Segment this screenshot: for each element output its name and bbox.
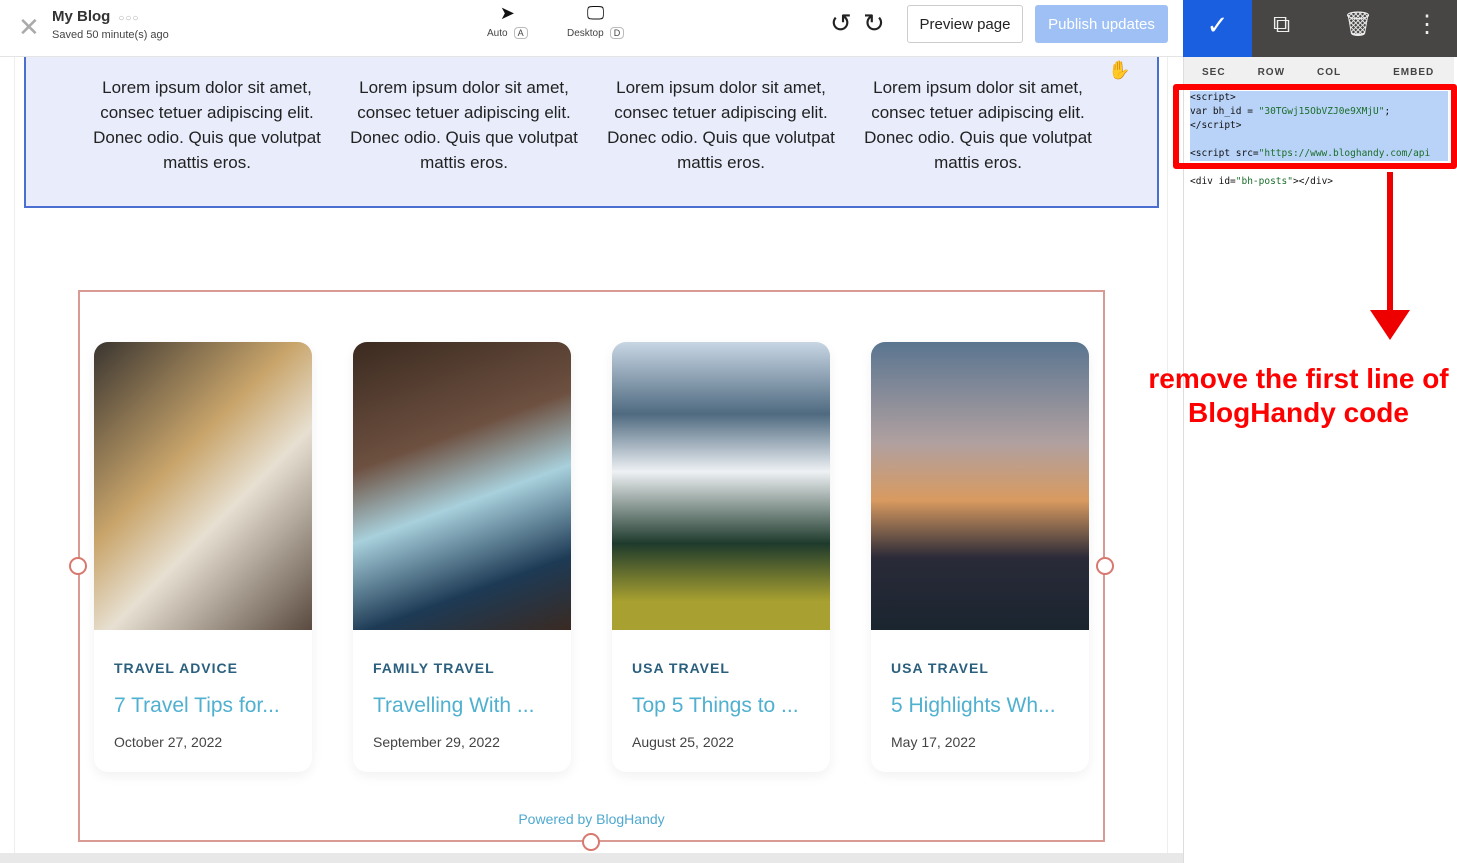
- annotation-arrow: [1387, 172, 1393, 317]
- post-card[interactable]: TRAVEL ADVICE 7 Travel Tips for... Octob…: [94, 342, 312, 772]
- crumb-row[interactable]: ROW: [1240, 57, 1299, 87]
- post-date: August 25, 2022: [632, 734, 734, 750]
- more-icon[interactable]: ○○○: [118, 13, 139, 24]
- feature-text: Lorem ipsum dolor sit amet, consec tetue…: [864, 78, 1092, 172]
- mode-desktop[interactable]: 🖵 Desktop D: [567, 3, 625, 39]
- redo-icon[interactable]: ↻: [863, 8, 885, 39]
- site-title: My Blog ○○○: [52, 8, 140, 25]
- powered-by-link[interactable]: Powered by BlogHandy: [0, 811, 1183, 827]
- annotation-highlight-box: [1173, 84, 1457, 169]
- post-category: USA TRAVEL: [891, 660, 989, 676]
- hand-cursor-icon: ✋: [1108, 60, 1131, 80]
- post-title[interactable]: 7 Travel Tips for...: [114, 694, 280, 718]
- undo-icon[interactable]: ↺: [830, 8, 852, 39]
- duplicate-icon[interactable]: ⧉: [1273, 0, 1290, 57]
- post-date: May 17, 2022: [891, 734, 976, 750]
- features-section[interactable]: Lorem ipsum dolor sit amet, consec tetue…: [24, 57, 1159, 208]
- more-vertical-icon[interactable]: ⋮: [1415, 0, 1439, 57]
- save-status: Saved 50 minute(s) ago: [52, 29, 169, 41]
- feature-text: Lorem ipsum dolor sit amet, consec tetue…: [93, 78, 321, 172]
- post-image: [871, 342, 1089, 630]
- post-date: September 29, 2022: [373, 734, 500, 750]
- embed-panel: SEC ROW COL EMBED <script> var bh_id = "…: [1183, 57, 1454, 863]
- post-image: [612, 342, 830, 630]
- code-string: "bh-posts": [1235, 176, 1293, 187]
- arrow-down-icon: [1370, 310, 1410, 340]
- resize-handle-right[interactable]: [1096, 557, 1114, 575]
- trash-icon[interactable]: 🗑: [1343, 0, 1373, 57]
- cursor-icon: ➤: [499, 3, 515, 23]
- post-image: [353, 342, 571, 630]
- crumb-sec[interactable]: SEC: [1184, 57, 1240, 87]
- post-category: USA TRAVEL: [632, 660, 730, 676]
- post-title[interactable]: Top 5 Things to ...: [632, 694, 799, 718]
- code-line: <div id=: [1190, 176, 1236, 187]
- publish-updates-button[interactable]: Publish updates: [1035, 5, 1168, 43]
- feature-text: Lorem ipsum dolor sit amet, consec tetue…: [607, 78, 835, 172]
- element-toolbar: ✓ ⧉ 🗑 ⋮: [1183, 0, 1457, 57]
- annotation-text: remove the first line of BlogHandy code: [1148, 363, 1449, 428]
- crumb-col[interactable]: COL: [1299, 57, 1355, 87]
- post-title[interactable]: 5 Highlights Wh...: [891, 694, 1056, 718]
- resize-handle-bottom[interactable]: [582, 833, 600, 851]
- preview-page-button[interactable]: Preview page: [907, 5, 1023, 43]
- post-image: [94, 342, 312, 630]
- code-line: ></div>: [1292, 176, 1334, 187]
- post-category: TRAVEL ADVICE: [114, 660, 238, 676]
- post-card[interactable]: USA TRAVEL Top 5 Things to ... August 25…: [612, 342, 830, 772]
- post-category: FAMILY TRAVEL: [373, 660, 495, 676]
- check-icon[interactable]: ✓: [1183, 0, 1252, 57]
- editor-topbar: ✕ My Blog ○○○ Saved 50 minute(s) ago ➤ Aut…: [0, 0, 1183, 57]
- post-date: October 27, 2022: [114, 734, 223, 750]
- canvas-bottom: [0, 853, 1183, 863]
- resize-handle-left[interactable]: [69, 557, 87, 575]
- close-icon[interactable]: ✕: [18, 12, 40, 43]
- feature-text: Lorem ipsum dolor sit amet, consec tetue…: [350, 78, 578, 172]
- post-title[interactable]: Travelling With ...: [373, 694, 534, 718]
- post-card[interactable]: USA TRAVEL 5 Highlights Wh... May 17, 20…: [871, 342, 1089, 772]
- breadcrumb: SEC ROW COL EMBED: [1184, 57, 1454, 87]
- crumb-embed[interactable]: EMBED: [1355, 57, 1448, 87]
- post-card[interactable]: FAMILY TRAVEL Travelling With ... Septem…: [353, 342, 571, 772]
- mode-auto[interactable]: ➤ Auto A: [487, 3, 528, 39]
- desktop-icon: 🖵: [586, 3, 605, 23]
